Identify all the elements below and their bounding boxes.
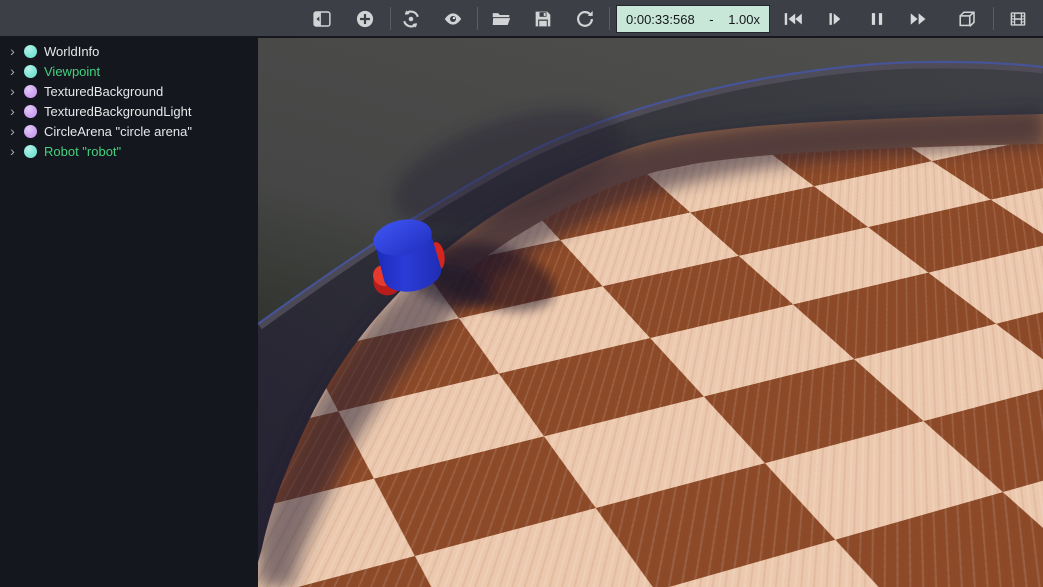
reset-simulation-button[interactable] — [779, 4, 807, 34]
tree-item-viewpoint[interactable]: › Viewpoint — [0, 61, 258, 81]
simulation-time-display: 0:00:33:568 - 1.00x — [616, 5, 770, 33]
hide-scene-tree-button[interactable] — [308, 4, 336, 34]
toggle-rendering-button[interactable] — [953, 4, 981, 34]
chevron-right-icon[interactable]: › — [8, 62, 17, 80]
tree-item-worldinfo[interactable]: › WorldInfo — [0, 41, 258, 61]
main-toolbar: 0:00:33:568 - 1.00x — [0, 0, 1043, 38]
webots-window: 0:00:33:568 - 1.00x — [0, 0, 1043, 587]
eye-icon — [442, 8, 464, 30]
chevron-right-icon[interactable]: › — [8, 142, 17, 160]
tree-item-texturedbackgroundlight[interactable]: › TexturedBackgroundLight — [0, 101, 258, 121]
save-world-button[interactable] — [529, 4, 557, 34]
scene-tree-panel: › WorldInfo › Viewpoint › TexturedBackgr… — [0, 38, 258, 587]
simulation-time: 0:00:33:568 — [626, 12, 695, 27]
node-dot-icon — [24, 105, 37, 118]
restore-viewpoint-button[interactable] — [397, 4, 425, 34]
3d-viewport[interactable] — [258, 38, 1043, 587]
step-forward-icon — [824, 8, 846, 30]
reload-icon — [574, 8, 596, 30]
plus-circle-icon — [354, 8, 376, 30]
node-dot-icon — [24, 45, 37, 58]
open-world-button[interactable] — [487, 4, 515, 34]
toolbar-separator — [390, 7, 391, 30]
toolbar-separator — [477, 7, 478, 30]
chevron-right-icon[interactable]: › — [8, 122, 17, 140]
chevron-right-icon[interactable]: › — [8, 102, 17, 120]
node-dot-icon — [24, 125, 37, 138]
tree-item-label: WorldInfo — [44, 44, 99, 59]
main-area: › WorldInfo › Viewpoint › TexturedBackgr… — [0, 38, 1043, 587]
node-dot-icon — [24, 65, 37, 78]
toolbar-separator — [993, 7, 994, 30]
skip-to-start-icon — [781, 8, 805, 30]
arena-overlay — [258, 38, 1043, 587]
tree-item-label: Robot "robot" — [44, 144, 121, 159]
restore-viewpoint-icon — [400, 8, 422, 30]
tree-item-label: Viewpoint — [44, 64, 100, 79]
tree-item-label: CircleArena "circle arena" — [44, 124, 192, 139]
node-dot-icon — [24, 145, 37, 158]
add-node-button[interactable] — [351, 4, 379, 34]
simulation-speed: 1.00x — [728, 12, 760, 27]
chevron-right-icon[interactable]: › — [8, 82, 17, 100]
hide-scene-tree-icon — [311, 8, 333, 30]
show-optional-rendering-button[interactable] — [439, 4, 467, 34]
tree-item-label: TexturedBackground — [44, 84, 163, 99]
tree-item-robot[interactable]: › Robot "robot" — [0, 141, 258, 161]
film-strip-icon — [1007, 8, 1029, 30]
fast-forward-icon — [907, 8, 931, 30]
chevron-right-icon[interactable]: › — [8, 42, 17, 60]
save-icon — [532, 8, 554, 30]
tree-item-circlearena[interactable]: › CircleArena "circle arena" — [0, 121, 258, 141]
tree-item-texturedbackground[interactable]: › TexturedBackground — [0, 81, 258, 101]
cube-icon — [956, 8, 978, 30]
toolbar-separator — [609, 7, 610, 30]
movie-recording-button[interactable] — [1004, 4, 1032, 34]
reload-world-button[interactable] — [571, 4, 599, 34]
step-button[interactable] — [821, 4, 849, 34]
pause-button[interactable] — [863, 4, 891, 34]
time-separator: - — [709, 12, 713, 27]
tree-item-label: TexturedBackgroundLight — [44, 104, 191, 119]
fast-forward-button[interactable] — [905, 4, 933, 34]
open-folder-icon — [490, 8, 512, 30]
pause-icon — [866, 8, 888, 30]
node-dot-icon — [24, 85, 37, 98]
